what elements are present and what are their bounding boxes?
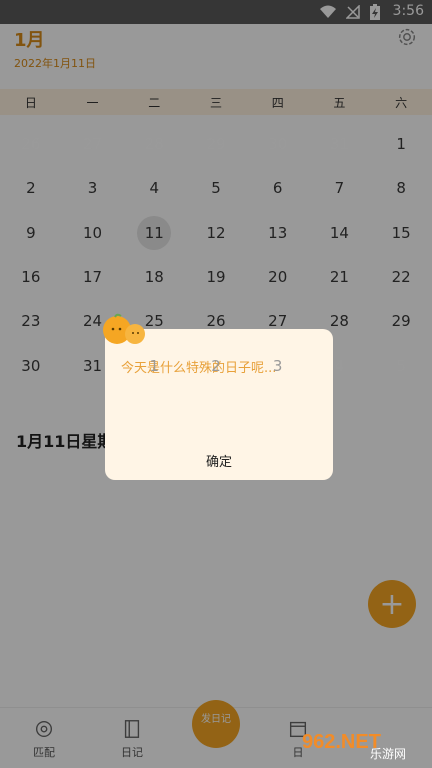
calendar-day-number: 25 (144, 312, 164, 331)
calendar-day-number: 10 (83, 223, 103, 242)
confirm-button[interactable]: 确定 (105, 447, 333, 474)
calendar-day-number: 22 (391, 268, 411, 287)
calendar-day-number: 28 (144, 135, 164, 154)
calendar-day-number: 1 (149, 356, 160, 375)
calendar-day-number: 27 (83, 135, 103, 154)
calendar-day-number: 23 (21, 312, 41, 331)
calendar-day-number: 24 (83, 312, 103, 331)
calendar-day-number: 4 (334, 356, 345, 375)
calendar-day-number: 29 (391, 312, 411, 331)
calendar-day-number: 30 (21, 356, 41, 375)
calendar-day-number: 3 (272, 356, 283, 375)
calendar-day-number: 9 (26, 223, 36, 242)
calendar-day-number: 15 (391, 223, 411, 242)
orange-mascot-icon (103, 313, 145, 344)
calendar-day-number: 31 (83, 356, 103, 375)
calendar-day-number: 8 (396, 179, 406, 198)
calendar-day-number: 5 (211, 179, 221, 198)
calendar-day-number: 2 (26, 179, 36, 198)
calendar-day-number: 3 (87, 179, 98, 198)
calendar-day-number: 2 (211, 356, 221, 375)
special-day-dialog: 今天是什么特殊的日子呢... 确定 (105, 329, 333, 480)
calendar-day-number: 19 (206, 268, 226, 287)
calendar-day-number: 11 (144, 223, 164, 242)
calendar-day-number: 1 (396, 135, 406, 154)
watermark-subtext: 乐游网 (370, 747, 406, 760)
calendar-day-number: 7 (334, 179, 345, 198)
calendar-day-number: 17 (83, 268, 103, 287)
calendar-day-number: 5 (396, 356, 406, 375)
calendar-day-number: 26 (206, 312, 226, 331)
calendar-day-number: 21 (329, 268, 349, 287)
calendar-day-number: 14 (329, 223, 349, 242)
calendar-day-number: 28 (329, 312, 349, 331)
calendar-day-number: 29 (206, 135, 226, 154)
calendar-day-number: 20 (268, 268, 288, 287)
calendar-day-number: 18 (144, 268, 164, 287)
calendar-day-number: 31 (329, 135, 349, 154)
calendar-day-number: 13 (268, 223, 288, 242)
calendar-day-number: 16 (21, 268, 41, 287)
dialog-message: 今天是什么特殊的日子呢... (121, 361, 277, 376)
calendar-day-number: 27 (268, 312, 288, 331)
calendar-day-number: 12 (206, 223, 226, 242)
calendar-day-number: 4 (149, 179, 160, 198)
watermark-logo: 962.NET 乐游网 (302, 731, 406, 760)
calendar-day-number: 30 (268, 135, 288, 154)
calendar-day-number: 6 (272, 179, 283, 198)
calendar-day-number: 26 (21, 135, 41, 154)
